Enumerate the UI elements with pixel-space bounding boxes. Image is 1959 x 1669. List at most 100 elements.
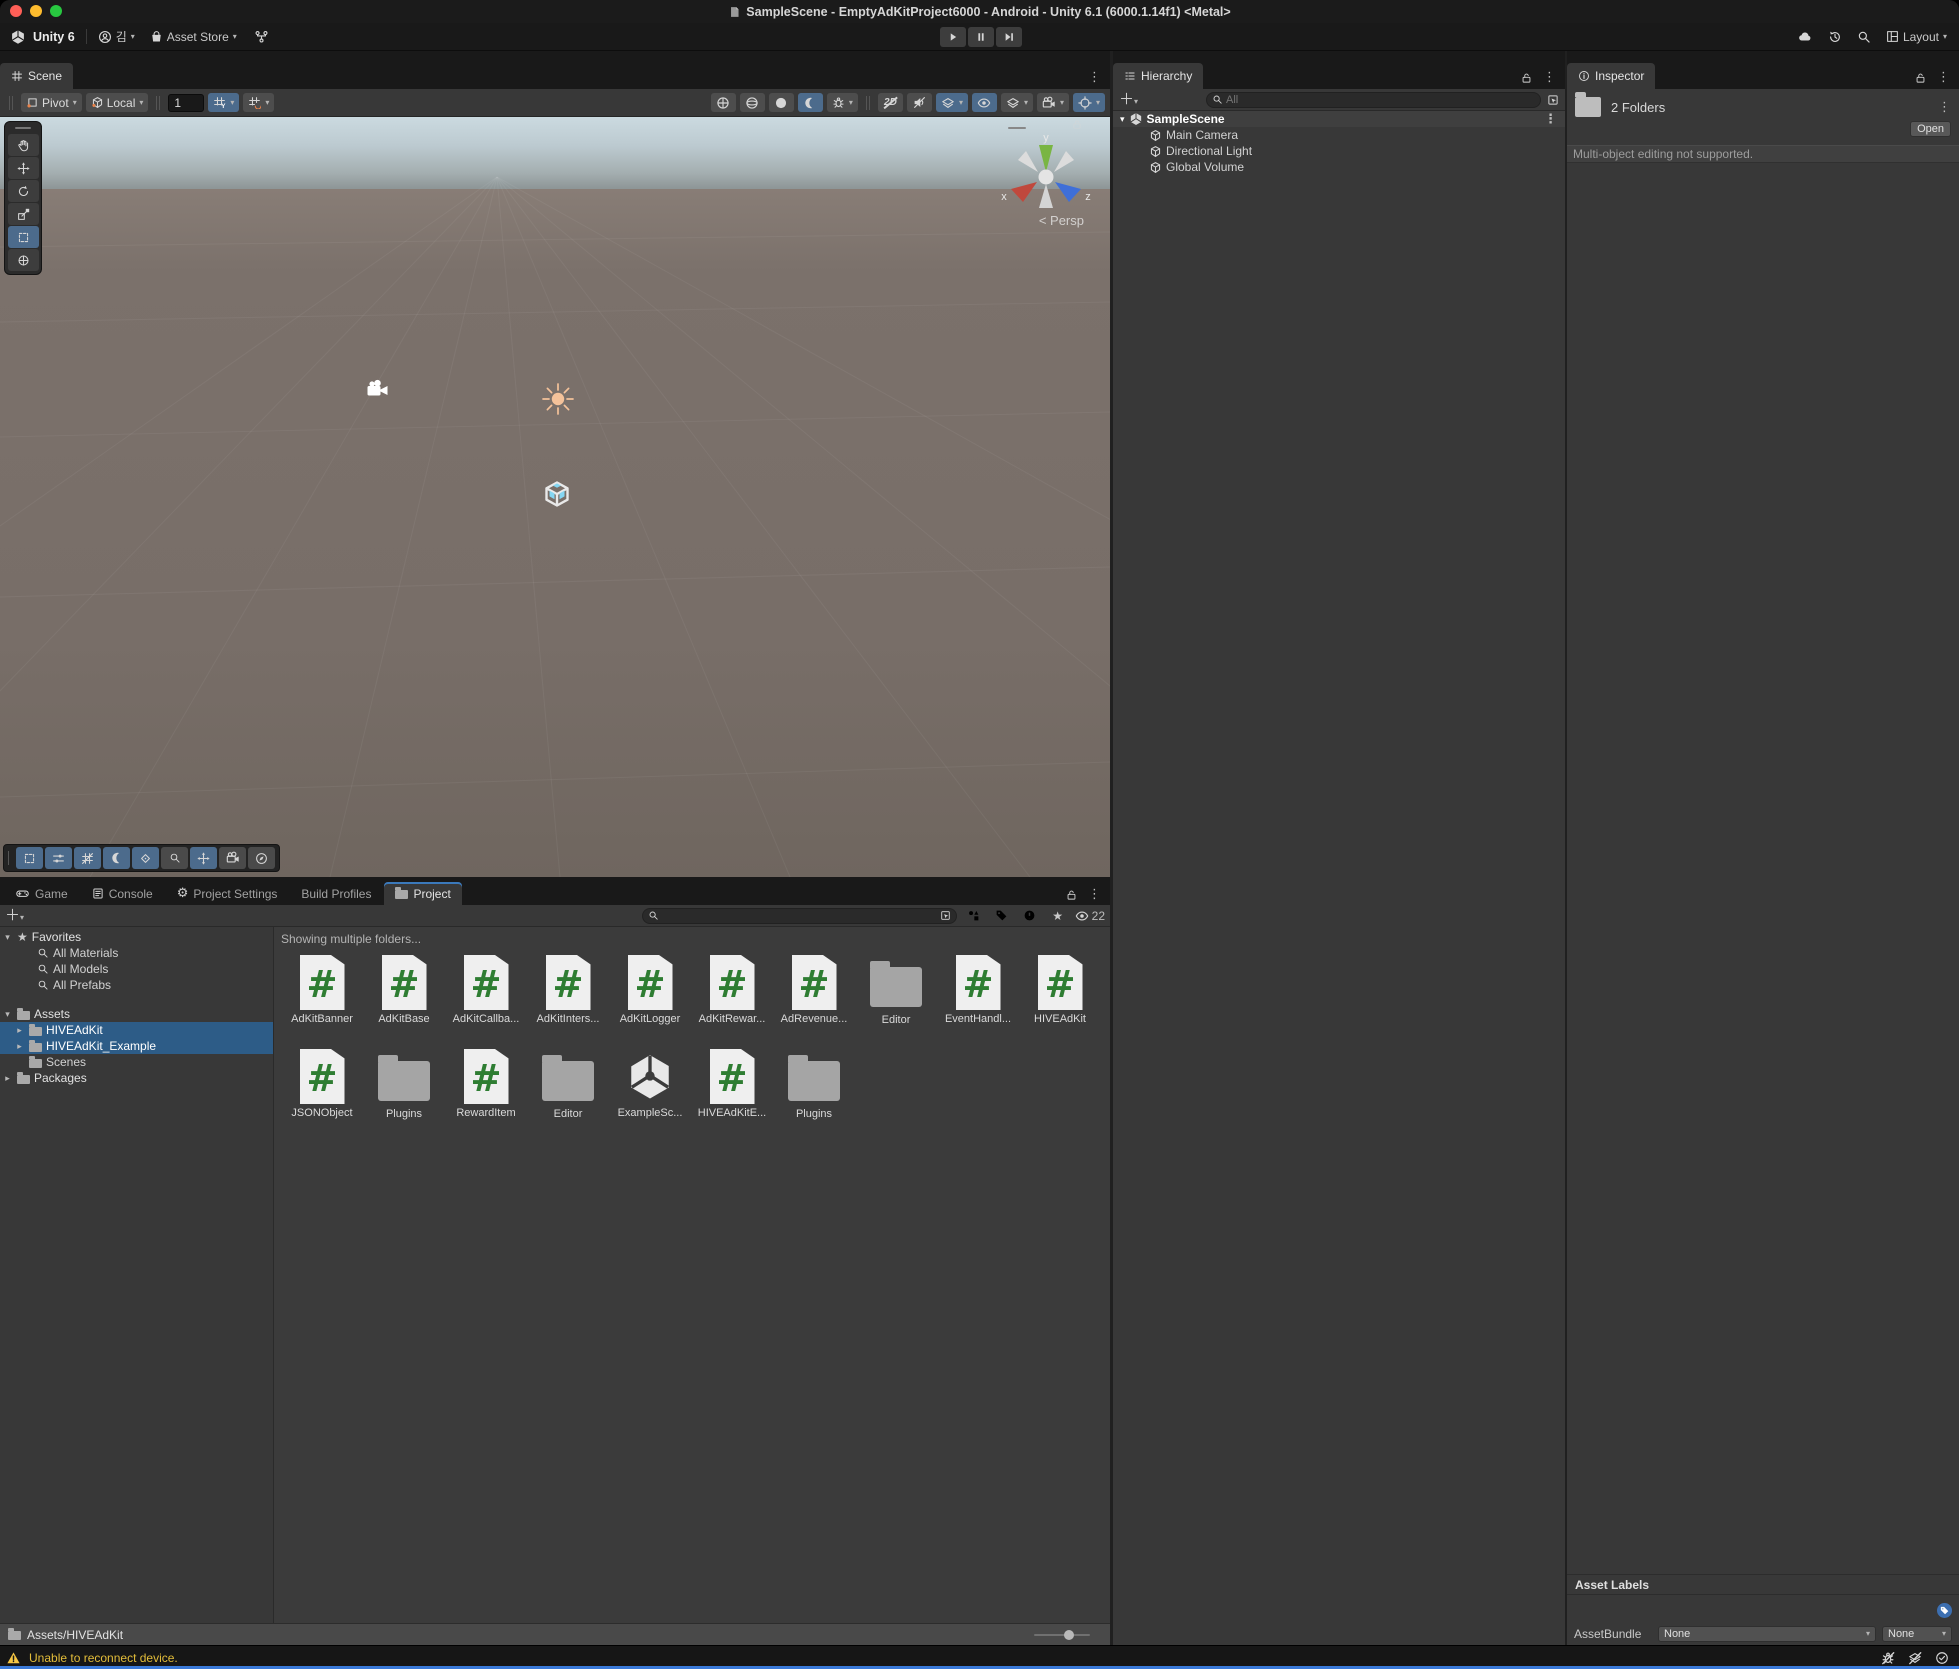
tree-all-prefabs[interactable]: All Prefabs bbox=[0, 977, 273, 993]
tab-project-settings[interactable]: ⚙Project Settings bbox=[166, 882, 289, 905]
hierarchy-item-global-volume[interactable]: Global Volume bbox=[1113, 159, 1565, 175]
kebab-menu-icon[interactable]: ⋮ bbox=[1543, 71, 1556, 84]
move-tool-button[interactable] bbox=[8, 157, 39, 179]
sliders-overlay-button[interactable] bbox=[45, 847, 72, 869]
hand-tool-button[interactable] bbox=[8, 134, 39, 156]
grid-snap-y-button[interactable]: Y ▾ bbox=[208, 93, 239, 112]
hierarchy-search-input[interactable] bbox=[1226, 94, 1535, 106]
bug-button[interactable]: ▾ bbox=[827, 93, 858, 112]
tab-build-profiles[interactable]: Build Profiles bbox=[290, 882, 382, 905]
file-item[interactable]: Editor bbox=[527, 1047, 609, 1132]
tree-all-materials[interactable]: All Materials bbox=[0, 945, 273, 961]
eye-button[interactable] bbox=[972, 93, 997, 112]
file-item[interactable]: #RewardItem bbox=[445, 1047, 527, 1132]
global-volume-gizmo[interactable] bbox=[543, 480, 571, 513]
axis-z-label[interactable]: z bbox=[1085, 191, 1091, 203]
search-by-type-button[interactable] bbox=[963, 907, 985, 925]
sphere-half-button[interactable] bbox=[740, 93, 765, 112]
create-object-button[interactable]: ＋▾ bbox=[1119, 92, 1138, 107]
overlay-drag-handle[interactable] bbox=[15, 127, 31, 129]
file-item[interactable]: Plugins bbox=[363, 1047, 445, 1132]
pause-button[interactable] bbox=[968, 27, 994, 47]
crescent-button[interactable] bbox=[798, 93, 823, 112]
drag-handle[interactable] bbox=[9, 96, 13, 110]
directional-light-gizmo[interactable] bbox=[540, 381, 576, 420]
triangle-down-icon[interactable]: ▾ bbox=[2, 1009, 13, 1020]
file-item[interactable]: #AdKitBase bbox=[363, 953, 445, 1038]
kebab-menu-icon[interactable]: ⋮ bbox=[1088, 71, 1101, 84]
picker-icon[interactable] bbox=[940, 910, 951, 921]
chevron-down-icon[interactable]: ▾ bbox=[265, 99, 269, 107]
move-overlay-button[interactable] bbox=[190, 847, 217, 869]
scene-viewport[interactable]: y x z < Persp bbox=[0, 117, 1110, 877]
project-content[interactable]: Showing multiple folders... #AdKitBanner… bbox=[274, 927, 1110, 1623]
recttool-overlay-button[interactable] bbox=[16, 847, 43, 869]
chevron-down-icon[interactable]: ▾ bbox=[230, 99, 234, 107]
file-item[interactable]: #HIVEAdKitE... bbox=[691, 1047, 773, 1132]
picker-icon[interactable] bbox=[1547, 94, 1559, 106]
orientation-mode-button[interactable]: Local ▾ bbox=[86, 93, 149, 112]
kebab-menu-icon[interactable]: ⋮ bbox=[1544, 113, 1565, 126]
layers-button[interactable]: ▾ bbox=[1001, 93, 1033, 112]
file-item[interactable]: #AdKitRewar... bbox=[691, 953, 773, 1038]
hierarchy-scene-root[interactable]: ▾SampleScene⋮ bbox=[1113, 111, 1565, 127]
rotate-tool-button[interactable] bbox=[8, 180, 39, 202]
chevron-down-icon[interactable]: ▾ bbox=[959, 99, 963, 107]
kebab-menu-icon[interactable]: ⋮ bbox=[1938, 101, 1951, 114]
play-button[interactable] bbox=[940, 27, 966, 47]
close-window-button[interactable] bbox=[10, 5, 22, 17]
collab-disabled-icon[interactable] bbox=[1908, 1651, 1922, 1665]
file-item[interactable]: #EventHandl... bbox=[937, 953, 1019, 1038]
chevron-down-icon[interactable]: ▾ bbox=[1024, 99, 1028, 107]
tree-all-models[interactable]: All Models bbox=[0, 961, 273, 977]
tree-packages[interactable]: ▸Packages bbox=[0, 1070, 273, 1086]
tree-hiveadkit[interactable]: ▸HIVEAdKit bbox=[0, 1022, 273, 1038]
tree-scenes[interactable]: Scenes bbox=[0, 1054, 273, 1070]
favorite-search-button[interactable]: ★ bbox=[1047, 907, 1069, 925]
main-camera-gizmo[interactable] bbox=[366, 379, 390, 402]
magnifier-overlay-button[interactable] bbox=[161, 847, 188, 869]
crescent-overlay-button[interactable] bbox=[103, 847, 130, 869]
chevron-down-icon[interactable]: ▾ bbox=[849, 99, 853, 107]
progress-idle-icon[interactable] bbox=[1935, 1651, 1949, 1665]
file-item[interactable]: #AdRevenue... bbox=[773, 953, 855, 1038]
sphere-wire-button[interactable] bbox=[711, 93, 736, 112]
scale-tool-button[interactable] bbox=[8, 203, 39, 225]
triangle-down-icon[interactable]: ▾ bbox=[1120, 114, 1125, 125]
search-icon[interactable] bbox=[1857, 30, 1871, 44]
cloud-icon[interactable] bbox=[1797, 30, 1813, 44]
tab-project[interactable]: Project bbox=[384, 882, 461, 905]
grid-off-overlay-button[interactable] bbox=[74, 847, 101, 869]
audio-off-button[interactable] bbox=[907, 93, 932, 112]
account-menu[interactable]: 김 ▾ bbox=[98, 28, 135, 45]
triangle-down-icon[interactable]: ▾ bbox=[2, 932, 13, 943]
assetbundle-dropdown[interactable]: None ▾ bbox=[1658, 1626, 1876, 1642]
overlay-drag-handle[interactable] bbox=[1008, 127, 1026, 129]
lock-icon[interactable] bbox=[1521, 72, 1532, 84]
file-item[interactable]: #AdKitBanner bbox=[281, 953, 363, 1038]
kebab-menu-icon[interactable]: ⋮ bbox=[1088, 888, 1101, 901]
debugger-detached-icon[interactable] bbox=[1881, 1651, 1895, 1665]
search-by-label-button[interactable] bbox=[991, 907, 1013, 925]
projection-label[interactable]: < Persp bbox=[1039, 213, 1084, 228]
file-item[interactable]: #JSONObject bbox=[281, 1047, 363, 1132]
add-label-button[interactable] bbox=[1937, 1603, 1952, 1618]
tree-hiveadkit-example[interactable]: ▸HIVEAdKit_Example bbox=[0, 1038, 273, 1054]
file-item[interactable]: Plugins bbox=[773, 1047, 855, 1132]
icon-size-slider[interactable] bbox=[1034, 1634, 1090, 1636]
kebab-menu-icon[interactable]: ⋮ bbox=[1937, 71, 1950, 84]
gizmo-target-button[interactable]: ▾ bbox=[1073, 93, 1105, 112]
project-search[interactable] bbox=[642, 908, 957, 924]
version-control-icon[interactable] bbox=[254, 30, 269, 44]
slider-knob[interactable] bbox=[1064, 1630, 1074, 1640]
tab-inspector[interactable]: Inspector bbox=[1567, 63, 1655, 89]
twod-off-button[interactable]: 2D bbox=[878, 93, 903, 112]
hierarchy-search[interactable] bbox=[1206, 92, 1541, 108]
file-item[interactable]: #AdKitCallba... bbox=[445, 953, 527, 1038]
diamond-overlay-button[interactable] bbox=[132, 847, 159, 869]
create-asset-button[interactable]: ＋▾ bbox=[5, 908, 24, 923]
file-item[interactable]: ExampleSc... bbox=[609, 1047, 691, 1132]
chevron-down-icon[interactable]: ▾ bbox=[1096, 99, 1100, 107]
open-button[interactable]: Open bbox=[1910, 121, 1951, 137]
triangle-right-icon[interactable]: ▸ bbox=[14, 1041, 25, 1052]
